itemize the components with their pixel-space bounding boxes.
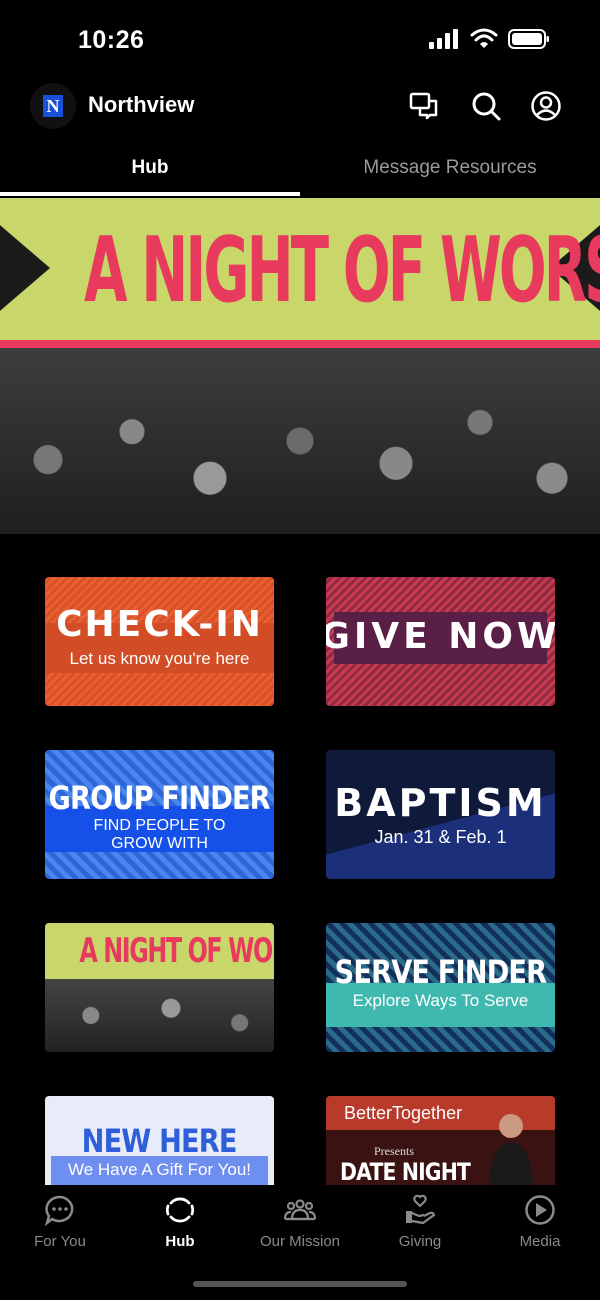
baptism-card[interactable]: BAPTISM Jan. 31 & Feb. 1 — [326, 750, 555, 879]
nav-label: Media — [519, 1233, 561, 1250]
night-of-worship-card[interactable]: A NIGHT OF WORSHIP — [45, 923, 274, 1052]
status-icons — [428, 28, 550, 50]
nav-label: Our Mission — [259, 1233, 341, 1250]
decorative-spike — [0, 208, 50, 328]
tab-message-resources[interactable]: Message Resources — [300, 140, 600, 196]
nav-item-for-you[interactable]: For You — [0, 1193, 120, 1250]
nav-label: For You — [34, 1233, 86, 1250]
card-title: NEW HERE — [82, 1122, 238, 1160]
app-title: Northview — [88, 92, 195, 117]
nav-item-giving[interactable]: Giving — [360, 1193, 480, 1250]
hero-stripe — [0, 340, 600, 348]
card-subtitle: Explore Ways To Serve — [352, 990, 529, 1010]
hero-title: A NIGHT OF WORSHIP — [83, 219, 600, 323]
card-title: A NIGHT OF WORSHIP — [79, 931, 274, 971]
active-tab-indicator — [0, 192, 300, 196]
card-title: BAPTISM — [334, 781, 547, 825]
nav-label: Hub — [165, 1233, 195, 1250]
tab-bar: Hub Message Resources — [0, 140, 600, 198]
status-bar: 10:26 — [0, 0, 600, 80]
nav-label: Giving — [398, 1233, 442, 1250]
logo-letter: N — [43, 95, 63, 117]
chat-bubble-icon — [44, 1195, 74, 1227]
card-title: GIVE NOW — [326, 616, 555, 657]
tab-hub[interactable]: Hub — [0, 140, 300, 196]
chat-icon[interactable] — [408, 90, 440, 122]
hero-crowd-photo — [0, 348, 600, 534]
card-subtitle: Let us know you're here — [69, 649, 250, 668]
cellular-signal-icon — [429, 29, 458, 49]
card-title: DATE NIGHT — [340, 1158, 471, 1185]
giving-hand-icon — [406, 1194, 436, 1225]
new-here-card[interactable]: NEW HERE We Have A Gift For You! — [45, 1096, 274, 1185]
give-now-card[interactable]: GIVE NOW — [326, 577, 555, 706]
people-icon — [283, 1199, 317, 1221]
status-time: 10:26 — [78, 26, 145, 54]
hero-banner[interactable]: A NIGHT OF WORSHIP — [0, 198, 600, 534]
group-finder-card[interactable]: GROUP FINDER FIND PEOPLE TO GROW WITH — [45, 750, 274, 879]
app-header: N Northview — [0, 80, 600, 134]
card-subtitle: We Have A Gift For You! — [67, 1160, 251, 1179]
serve-finder-card[interactable]: SERVE FINDER Explore Ways To Serve — [326, 923, 555, 1052]
card-subtitle-line1: FIND PEOPLE TO — [93, 816, 226, 834]
hub-icon — [165, 1197, 195, 1223]
card-crowd-photo — [45, 979, 274, 1052]
card-subtitle-line2: GROW WITH — [111, 834, 208, 852]
nav-item-our-mission[interactable]: Our Mission — [240, 1193, 360, 1250]
card-title: SERVE FINDER — [334, 952, 547, 991]
battery-icon — [508, 29, 549, 49]
card-title: CHECK-IN — [56, 604, 263, 645]
card-title: GROUP FINDER — [48, 778, 271, 817]
search-icon[interactable] — [470, 90, 502, 122]
card-brand: BetterTogether — [344, 1103, 463, 1123]
speaker-photo — [489, 1114, 533, 1185]
account-icon[interactable] — [530, 90, 562, 122]
nav-item-media[interactable]: Media — [480, 1193, 600, 1250]
wifi-icon — [470, 28, 498, 48]
date-night-card[interactable]: BetterTogether Presents DATE NIGHT — [326, 1096, 555, 1185]
card-presents: Presents — [374, 1144, 414, 1158]
home-indicator[interactable] — [193, 1281, 407, 1287]
nav-item-hub[interactable]: Hub — [120, 1193, 240, 1250]
play-icon — [525, 1195, 555, 1225]
check-in-card[interactable]: CHECK-IN Let us know you're here — [45, 577, 274, 706]
card-subtitle: Jan. 31 & Feb. 1 — [374, 827, 507, 847]
app-logo[interactable]: N — [30, 83, 76, 129]
